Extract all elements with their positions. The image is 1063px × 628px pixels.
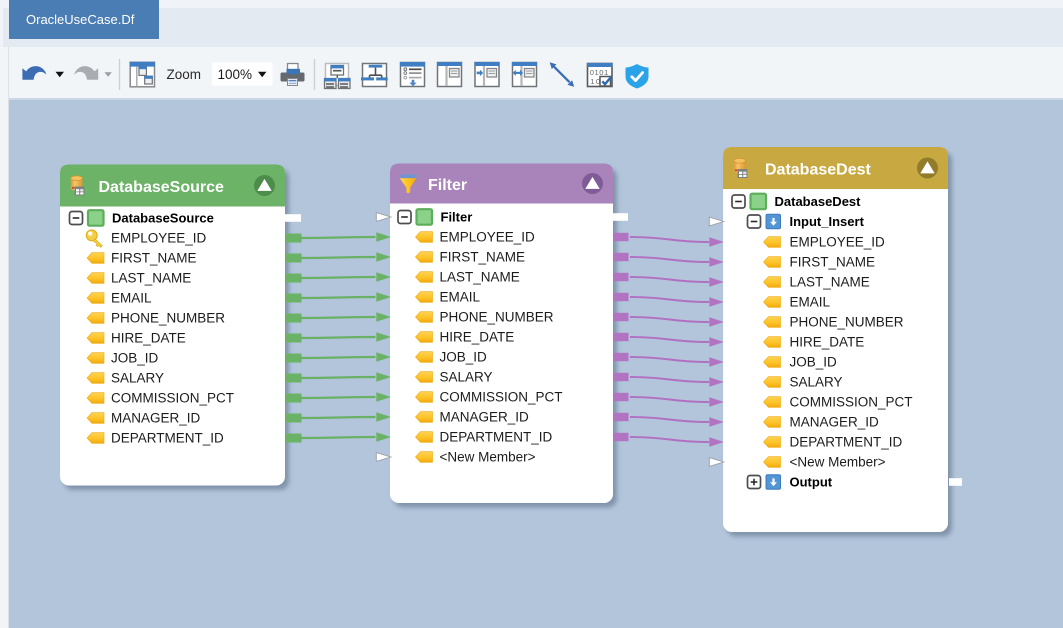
svg-text:EMAIL: EMAIL xyxy=(440,290,481,305)
svg-text:DEPARTMENT_ID: DEPARTMENT_ID xyxy=(111,431,224,446)
svg-text:EMPLOYEE_ID: EMPLOYEE_ID xyxy=(111,231,207,246)
svg-text:DatabaseDest: DatabaseDest xyxy=(765,162,872,179)
svg-text:DatabaseSource: DatabaseSource xyxy=(112,211,214,226)
svg-text:<New Member>: <New Member> xyxy=(440,450,536,465)
svg-text:PHONE_NUMBER: PHONE_NUMBER xyxy=(790,315,904,330)
svg-text:MANAGER_ID: MANAGER_ID xyxy=(111,411,201,426)
svg-text:HIRE_DATE: HIRE_DATE xyxy=(440,330,515,345)
svg-text:HIRE_DATE: HIRE_DATE xyxy=(111,331,186,346)
svg-text:FIRST_NAME: FIRST_NAME xyxy=(790,255,876,270)
svg-text:LAST_NAME: LAST_NAME xyxy=(440,270,520,285)
svg-text:COMMISSION_PCT: COMMISSION_PCT xyxy=(111,391,234,406)
svg-text:EMAIL: EMAIL xyxy=(790,295,831,310)
svg-text:MANAGER_ID: MANAGER_ID xyxy=(790,415,880,430)
svg-text:SALARY: SALARY xyxy=(790,375,843,390)
svg-text:EMAIL: EMAIL xyxy=(111,291,152,306)
svg-text:100%: 100% xyxy=(218,67,253,82)
svg-text:PHONE_NUMBER: PHONE_NUMBER xyxy=(440,310,554,325)
svg-text:PHONE_NUMBER: PHONE_NUMBER xyxy=(111,311,225,326)
svg-text:HIRE_DATE: HIRE_DATE xyxy=(790,335,865,350)
svg-text:0101: 0101 xyxy=(590,68,609,77)
svg-text:<New Member>: <New Member> xyxy=(790,455,886,470)
svg-text:SALARY: SALARY xyxy=(440,370,493,385)
svg-text:Filter: Filter xyxy=(428,177,467,194)
svg-text:COMMISSION_PCT: COMMISSION_PCT xyxy=(440,390,563,405)
svg-text:DatabaseDest: DatabaseDest xyxy=(775,194,862,209)
svg-text:Zoom: Zoom xyxy=(167,67,202,82)
svg-text:Output: Output xyxy=(790,475,833,490)
svg-text:DatabaseSource: DatabaseSource xyxy=(99,179,224,196)
svg-text:SALARY: SALARY xyxy=(111,371,164,386)
svg-text:Input_Insert: Input_Insert xyxy=(790,214,865,229)
svg-text:DEPARTMENT_ID: DEPARTMENT_ID xyxy=(440,430,553,445)
svg-text:FIRST_NAME: FIRST_NAME xyxy=(440,250,526,265)
svg-text:JOB_ID: JOB_ID xyxy=(790,355,838,370)
svg-text:EMPLOYEE_ID: EMPLOYEE_ID xyxy=(790,235,886,250)
svg-text:LAST_NAME: LAST_NAME xyxy=(790,275,870,290)
svg-text:JOB_ID: JOB_ID xyxy=(440,350,488,365)
svg-text:JOB_ID: JOB_ID xyxy=(111,351,159,366)
svg-text:FIRST_NAME: FIRST_NAME xyxy=(111,251,197,266)
svg-text:MANAGER_ID: MANAGER_ID xyxy=(440,410,530,425)
svg-text:Filter: Filter xyxy=(441,210,473,225)
svg-text:DEPARTMENT_ID: DEPARTMENT_ID xyxy=(790,435,903,450)
svg-text:COMMISSION_PCT: COMMISSION_PCT xyxy=(790,395,913,410)
svg-text:LAST_NAME: LAST_NAME xyxy=(111,271,191,286)
svg-text:EMPLOYEE_ID: EMPLOYEE_ID xyxy=(440,230,536,245)
